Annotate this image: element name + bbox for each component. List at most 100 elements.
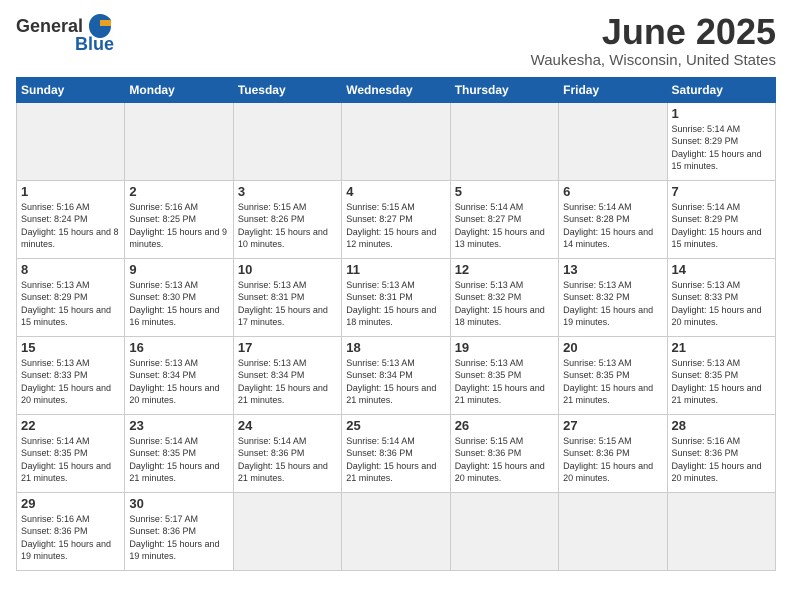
calendar-cell: 17 Sunrise: 5:13 AMSunset: 8:34 PMDaylig… bbox=[233, 336, 341, 414]
calendar-week-4: 22 Sunrise: 5:14 AMSunset: 8:35 PMDaylig… bbox=[17, 414, 776, 492]
calendar-cell bbox=[125, 102, 233, 180]
calendar-week-1: 1 Sunrise: 5:16 AMSunset: 8:24 PMDayligh… bbox=[17, 180, 776, 258]
calendar-cell: 2 Sunrise: 5:16 AMSunset: 8:25 PMDayligh… bbox=[125, 180, 233, 258]
day-number: 2 bbox=[129, 184, 228, 199]
day-detail: Sunrise: 5:13 AMSunset: 8:32 PMDaylight:… bbox=[563, 280, 653, 328]
day-detail: Sunrise: 5:14 AMSunset: 8:27 PMDaylight:… bbox=[455, 202, 545, 250]
day-detail: Sunrise: 5:13 AMSunset: 8:33 PMDaylight:… bbox=[21, 358, 111, 406]
day-detail: Sunrise: 5:13 AMSunset: 8:31 PMDaylight:… bbox=[238, 280, 328, 328]
day-detail: Sunrise: 5:13 AMSunset: 8:35 PMDaylight:… bbox=[455, 358, 545, 406]
day-number: 10 bbox=[238, 262, 337, 277]
day-detail: Sunrise: 5:16 AMSunset: 8:24 PMDaylight:… bbox=[21, 202, 119, 250]
page-container: General Blue June 2025 Waukesha, Wiscons… bbox=[0, 0, 792, 579]
day-detail: Sunrise: 5:14 AMSunset: 8:36 PMDaylight:… bbox=[346, 436, 436, 484]
day-number: 16 bbox=[129, 340, 228, 355]
calendar-cell: 9 Sunrise: 5:13 AMSunset: 8:30 PMDayligh… bbox=[125, 258, 233, 336]
calendar-cell: 12 Sunrise: 5:13 AMSunset: 8:32 PMDaylig… bbox=[450, 258, 558, 336]
day-detail: Sunrise: 5:13 AMSunset: 8:30 PMDaylight:… bbox=[129, 280, 219, 328]
calendar-cell bbox=[233, 492, 341, 570]
calendar-cell: 29 Sunrise: 5:16 AMSunset: 8:36 PMDaylig… bbox=[17, 492, 125, 570]
calendar-cell: 15 Sunrise: 5:13 AMSunset: 8:33 PMDaylig… bbox=[17, 336, 125, 414]
day-number: 28 bbox=[672, 418, 771, 433]
calendar-cell: 3 Sunrise: 5:15 AMSunset: 8:26 PMDayligh… bbox=[233, 180, 341, 258]
day-number: 1 bbox=[672, 106, 771, 121]
day-detail: Sunrise: 5:16 AMSunset: 8:36 PMDaylight:… bbox=[672, 436, 762, 484]
day-detail: Sunrise: 5:13 AMSunset: 8:34 PMDaylight:… bbox=[238, 358, 328, 406]
calendar-cell: 16 Sunrise: 5:13 AMSunset: 8:34 PMDaylig… bbox=[125, 336, 233, 414]
day-number: 29 bbox=[21, 496, 120, 511]
day-detail: Sunrise: 5:13 AMSunset: 8:35 PMDaylight:… bbox=[672, 358, 762, 406]
calendar-cell: 7 Sunrise: 5:14 AMSunset: 8:29 PMDayligh… bbox=[667, 180, 775, 258]
day-detail: Sunrise: 5:16 AMSunset: 8:36 PMDaylight:… bbox=[21, 514, 111, 562]
header: General Blue June 2025 Waukesha, Wiscons… bbox=[16, 12, 776, 69]
day-detail: Sunrise: 5:15 AMSunset: 8:36 PMDaylight:… bbox=[455, 436, 545, 484]
col-tuesday: Tuesday bbox=[233, 77, 341, 102]
calendar-cell: 28 Sunrise: 5:16 AMSunset: 8:36 PMDaylig… bbox=[667, 414, 775, 492]
day-detail: Sunrise: 5:13 AMSunset: 8:34 PMDaylight:… bbox=[346, 358, 436, 406]
calendar-cell: 26 Sunrise: 5:15 AMSunset: 8:36 PMDaylig… bbox=[450, 414, 558, 492]
calendar-table: Sunday Monday Tuesday Wednesday Thursday… bbox=[16, 77, 776, 571]
calendar-cell: 13 Sunrise: 5:13 AMSunset: 8:32 PMDaylig… bbox=[559, 258, 667, 336]
logo-blue: Blue bbox=[75, 34, 114, 55]
calendar-cell: 1 Sunrise: 5:16 AMSunset: 8:24 PMDayligh… bbox=[17, 180, 125, 258]
col-sunday: Sunday bbox=[17, 77, 125, 102]
day-number: 26 bbox=[455, 418, 554, 433]
day-detail: Sunrise: 5:14 AMSunset: 8:35 PMDaylight:… bbox=[21, 436, 111, 484]
calendar-cell: 4 Sunrise: 5:15 AMSunset: 8:27 PMDayligh… bbox=[342, 180, 450, 258]
day-number: 3 bbox=[238, 184, 337, 199]
day-number: 9 bbox=[129, 262, 228, 277]
calendar-week-2: 8 Sunrise: 5:13 AMSunset: 8:29 PMDayligh… bbox=[17, 258, 776, 336]
calendar-cell bbox=[233, 102, 341, 180]
col-wednesday: Wednesday bbox=[342, 77, 450, 102]
day-detail: Sunrise: 5:14 AMSunset: 8:29 PMDaylight:… bbox=[672, 202, 762, 250]
day-number: 13 bbox=[563, 262, 662, 277]
col-saturday: Saturday bbox=[667, 77, 775, 102]
calendar-cell: 23 Sunrise: 5:14 AMSunset: 8:35 PMDaylig… bbox=[125, 414, 233, 492]
calendar-cell: 25 Sunrise: 5:14 AMSunset: 8:36 PMDaylig… bbox=[342, 414, 450, 492]
col-friday: Friday bbox=[559, 77, 667, 102]
day-number: 6 bbox=[563, 184, 662, 199]
day-number: 7 bbox=[672, 184, 771, 199]
day-detail: Sunrise: 5:14 AMSunset: 8:36 PMDaylight:… bbox=[238, 436, 328, 484]
calendar-week-0: 1 Sunrise: 5:14 AMSunset: 8:29 PMDayligh… bbox=[17, 102, 776, 180]
calendar-cell bbox=[17, 102, 125, 180]
calendar-cell bbox=[450, 492, 558, 570]
calendar-cell bbox=[559, 492, 667, 570]
calendar-cell bbox=[450, 102, 558, 180]
calendar-cell: 19 Sunrise: 5:13 AMSunset: 8:35 PMDaylig… bbox=[450, 336, 558, 414]
location-title: Waukesha, Wisconsin, United States bbox=[531, 52, 776, 69]
day-number: 22 bbox=[21, 418, 120, 433]
calendar-cell: 6 Sunrise: 5:14 AMSunset: 8:28 PMDayligh… bbox=[559, 180, 667, 258]
day-number: 11 bbox=[346, 262, 445, 277]
calendar-week-3: 15 Sunrise: 5:13 AMSunset: 8:33 PMDaylig… bbox=[17, 336, 776, 414]
calendar-cell: 18 Sunrise: 5:13 AMSunset: 8:34 PMDaylig… bbox=[342, 336, 450, 414]
calendar-cell bbox=[559, 102, 667, 180]
day-detail: Sunrise: 5:13 AMSunset: 8:35 PMDaylight:… bbox=[563, 358, 653, 406]
calendar-cell bbox=[342, 492, 450, 570]
day-detail: Sunrise: 5:14 AMSunset: 8:29 PMDaylight:… bbox=[672, 124, 762, 172]
logo: General Blue bbox=[16, 12, 114, 55]
day-number: 15 bbox=[21, 340, 120, 355]
calendar-cell: 1 Sunrise: 5:14 AMSunset: 8:29 PMDayligh… bbox=[667, 102, 775, 180]
day-detail: Sunrise: 5:13 AMSunset: 8:32 PMDaylight:… bbox=[455, 280, 545, 328]
calendar-cell: 30 Sunrise: 5:17 AMSunset: 8:36 PMDaylig… bbox=[125, 492, 233, 570]
day-number: 24 bbox=[238, 418, 337, 433]
calendar-cell bbox=[667, 492, 775, 570]
day-detail: Sunrise: 5:14 AMSunset: 8:35 PMDaylight:… bbox=[129, 436, 219, 484]
calendar-cell: 5 Sunrise: 5:14 AMSunset: 8:27 PMDayligh… bbox=[450, 180, 558, 258]
day-number: 21 bbox=[672, 340, 771, 355]
calendar-cell: 10 Sunrise: 5:13 AMSunset: 8:31 PMDaylig… bbox=[233, 258, 341, 336]
logo-general: General bbox=[16, 16, 83, 37]
calendar-cell: 20 Sunrise: 5:13 AMSunset: 8:35 PMDaylig… bbox=[559, 336, 667, 414]
day-detail: Sunrise: 5:15 AMSunset: 8:26 PMDaylight:… bbox=[238, 202, 328, 250]
calendar-cell: 27 Sunrise: 5:15 AMSunset: 8:36 PMDaylig… bbox=[559, 414, 667, 492]
calendar-cell: 22 Sunrise: 5:14 AMSunset: 8:35 PMDaylig… bbox=[17, 414, 125, 492]
title-block: June 2025 Waukesha, Wisconsin, United St… bbox=[531, 12, 776, 69]
day-number: 25 bbox=[346, 418, 445, 433]
calendar-cell: 14 Sunrise: 5:13 AMSunset: 8:33 PMDaylig… bbox=[667, 258, 775, 336]
month-title: June 2025 bbox=[531, 12, 776, 52]
day-detail: Sunrise: 5:13 AMSunset: 8:33 PMDaylight:… bbox=[672, 280, 762, 328]
calendar-cell: 21 Sunrise: 5:13 AMSunset: 8:35 PMDaylig… bbox=[667, 336, 775, 414]
day-number: 20 bbox=[563, 340, 662, 355]
calendar-cell: 8 Sunrise: 5:13 AMSunset: 8:29 PMDayligh… bbox=[17, 258, 125, 336]
